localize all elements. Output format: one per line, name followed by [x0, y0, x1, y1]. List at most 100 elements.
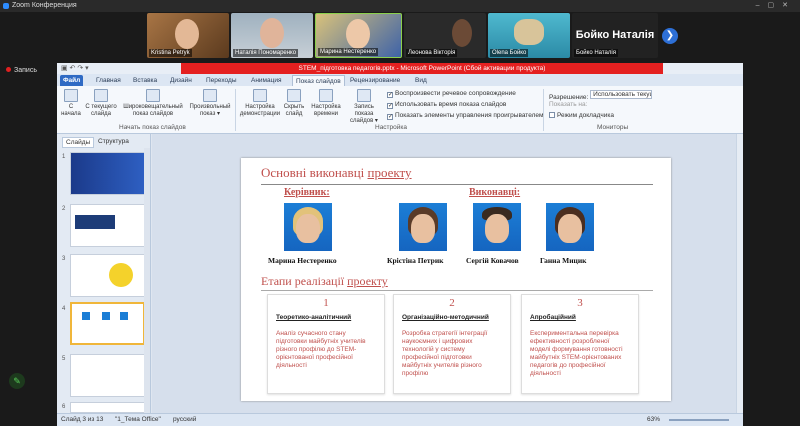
stage-title: Теоретико-аналітичний [276, 314, 352, 321]
ribbon-tabs: Файл Главная Вставка Дизайн Переходы Ани… [57, 74, 743, 86]
thumb-number: 6 [62, 404, 66, 410]
slide-thumbnail-selected[interactable] [70, 302, 145, 345]
participant-tile-speaker[interactable]: Бойко Наталія Бойко Наталія [572, 13, 658, 58]
rehearse-timings-button[interactable]: Настройка времени [309, 89, 343, 118]
stage-number: 2 [449, 297, 455, 309]
current-slide[interactable]: Основні виконавці проекту Керівник: Вико… [241, 158, 671, 401]
person-name: Марина Нестеренко [268, 256, 337, 265]
participant-tile-active[interactable]: Марина Нестеренко [315, 13, 402, 58]
slideshow-icon [64, 89, 78, 102]
thumb-number: 3 [62, 256, 66, 262]
stages-title: Етапи реалізації проекту [261, 274, 388, 288]
tab-outline[interactable]: Структура [95, 137, 132, 146]
zoom-slider[interactable] [669, 419, 729, 421]
stage-description: Експериментальна перевірка ефективності … [530, 330, 623, 377]
slide-thumbnail[interactable] [70, 254, 145, 297]
tab-slideshow[interactable]: Показ слайдов [292, 75, 345, 86]
tab-file[interactable]: Файл [60, 75, 84, 86]
custom-show-button[interactable]: Произвольный показ ▾ [188, 89, 232, 118]
slide-thumbnail[interactable] [70, 354, 145, 397]
participant-tile[interactable]: Леонова Вікторія [404, 13, 486, 58]
speaker-name-large: Бойко Наталія [575, 29, 655, 41]
next-page-button[interactable]: ❯ [662, 28, 678, 44]
record-dot-icon [6, 67, 11, 72]
custom-show-icon [203, 89, 217, 102]
participant-name: Наталія Пономаренко [233, 49, 299, 57]
stage-title: Організаційно-методичний [402, 314, 489, 321]
tab-transitions[interactable]: Переходы [203, 75, 240, 86]
ribbon-separator [543, 89, 544, 131]
team-heading: Виконавці: [469, 187, 521, 198]
powerpoint-window: ▣ ↶ ↷ ▾ STEM_підготовка педагогів.pptx -… [57, 63, 743, 426]
person-name: Крістіна Петрик [387, 256, 444, 265]
from-current-button[interactable]: С текущего слайда [84, 89, 118, 118]
stage-card: 3 Апробаційний Експериментальна перевірк… [521, 294, 639, 394]
participant-tile[interactable]: Наталія Пономаренко [231, 13, 313, 58]
zoom-window-title: Zoom Конференция [12, 2, 77, 9]
zoom-logo-icon [3, 3, 9, 9]
thumb-number: 5 [62, 356, 66, 362]
group-setup-label: Настройка [375, 124, 407, 131]
tab-animation[interactable]: Анимация [248, 75, 285, 86]
zoom-title-bar: Zoom Конференция –▢✕ [0, 0, 800, 12]
theme-name: "1_Тема Office" [115, 416, 161, 423]
tab-design[interactable]: Дизайн [167, 75, 195, 86]
thumb-number: 2 [62, 206, 66, 212]
recording-label: Запись [14, 67, 37, 74]
tab-view[interactable]: Вид [412, 75, 430, 86]
presenter-view-checkbox[interactable]: Режим докладчика [549, 112, 614, 119]
record-show-button[interactable]: Запись показа слайдов ▾ [344, 89, 384, 125]
editor-scrollbar[interactable] [736, 134, 743, 413]
person-name: Ганна Мицик [540, 256, 587, 265]
use-timings-checkbox[interactable]: ✓ Использовать время показа слайдов [387, 101, 506, 109]
stage-card: 1 Теоретико-аналітичний Аналіз сучасного… [267, 294, 385, 394]
broadcast-button[interactable]: Широковещательный показ слайдов [121, 89, 185, 118]
tab-review[interactable]: Рецензирование [347, 75, 403, 86]
narration-checkbox[interactable]: ✓ Воспроизвести речевое сопровождение [387, 90, 516, 98]
leader-heading: Керівник: [284, 187, 330, 198]
video-gallery: Kristina Petryk Наталія Пономаренко Мари… [0, 12, 800, 60]
group-start-label: Начать показ слайдов [119, 124, 186, 131]
resolution-select[interactable]: Разрешение: Использовать текуще... [549, 90, 653, 101]
stage-number: 1 [323, 297, 329, 309]
record-icon [357, 89, 371, 102]
show-on-select[interactable]: Показать на: [549, 101, 587, 108]
person-photo [473, 203, 521, 251]
window-controls[interactable]: –▢✕ [756, 0, 796, 12]
slide-thumbnail[interactable] [70, 402, 145, 413]
tab-home[interactable]: Главная [93, 75, 124, 86]
hide-slide-button[interactable]: Скрыть слайд [282, 89, 306, 118]
status-bar: Слайд 3 из 13 "1_Тема Office" русский 63… [57, 413, 743, 426]
participant-name: Леонова Вікторія [406, 49, 458, 57]
slide-counter: Слайд 3 из 13 [61, 416, 104, 423]
ppt-title-bar: ▣ ↶ ↷ ▾ STEM_підготовка педагогів.pptx -… [57, 63, 743, 74]
participant-name: Olena Бойко [490, 49, 529, 57]
quick-access-toolbar[interactable]: ▣ ↶ ↷ ▾ [61, 64, 89, 72]
participant-name: Бойко Наталія [574, 49, 618, 57]
stage-title: Апробаційний [530, 314, 576, 321]
setup-icon [253, 89, 267, 102]
panel-scrollbar[interactable] [144, 148, 150, 413]
from-start-button[interactable]: С начала [61, 89, 81, 118]
setup-show-button[interactable]: Настройка демонстрации [239, 89, 281, 118]
tab-insert[interactable]: Вставка [130, 75, 160, 86]
slides-panel: Слайды Структура 1 2 3 4 5 6 [57, 134, 151, 413]
participant-tile[interactable]: Kristina Petryk [147, 13, 229, 58]
annotate-pen-icon[interactable]: ✎ [9, 373, 25, 389]
slide-thumbnail[interactable] [70, 152, 145, 195]
participant-tile[interactable]: Olena Бойко [488, 13, 570, 58]
person-photo [284, 203, 332, 251]
zoom-level[interactable]: 63% [647, 416, 660, 423]
slide-thumbnail[interactable] [70, 204, 145, 247]
person-name: Сергій Ковачов [466, 256, 519, 265]
slideshow-icon [94, 89, 108, 102]
recording-indicator: Запись [6, 67, 37, 74]
language-indicator[interactable]: русский [173, 416, 196, 423]
person-photo [399, 203, 447, 251]
ribbon: С начала С текущего слайда Широковещател… [57, 86, 743, 134]
tab-slides[interactable]: Слайды [62, 137, 95, 148]
title-divider [261, 184, 653, 185]
timer-icon [319, 89, 333, 102]
player-controls-checkbox[interactable]: ✓ Показать элементы управления проигрыват… [387, 112, 543, 120]
thumb-number: 4 [62, 306, 66, 312]
